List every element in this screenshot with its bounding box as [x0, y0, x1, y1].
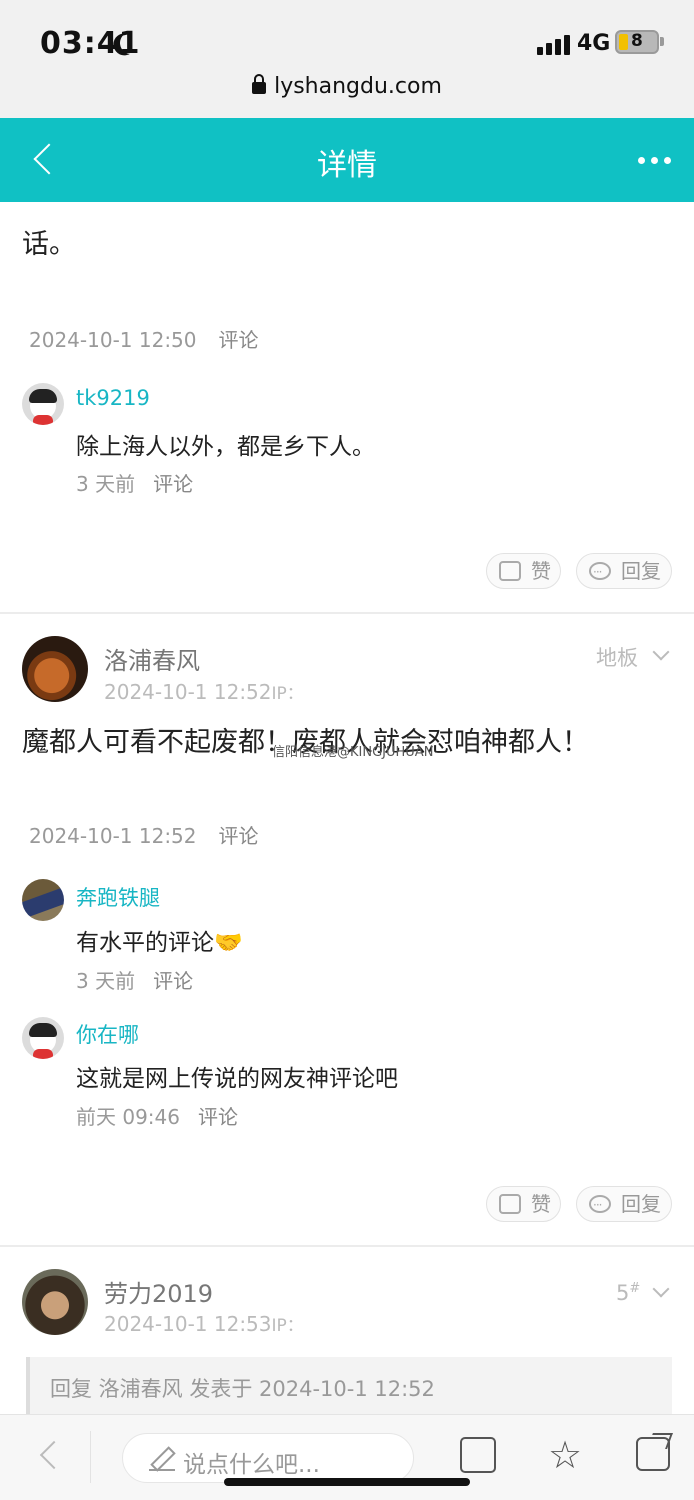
home-indicator: [224, 1478, 470, 1486]
reply-meta: 前天 09:46 评论: [76, 1101, 238, 1130]
status-bar: 03:41 4G 8 lyshangdu.com: [0, 0, 694, 118]
post-date: 2024-10-1 12:52: [29, 824, 197, 848]
post-date: 2024-10-1 12:52IP：: [104, 680, 304, 704]
author-name[interactable]: 劳力2019: [104, 1274, 213, 1309]
reply-time: 3 天前: [76, 472, 136, 496]
reply-username[interactable]: 你在哪: [76, 1019, 139, 1049]
reply-time: 前天 09:46: [76, 1105, 180, 1129]
reply-button[interactable]: 回复: [576, 1186, 672, 1222]
page-title: 详情: [317, 148, 377, 183]
quote-block: 回复 洛浦春风 发表于 2024-10-1 12:52: [26, 1357, 672, 1417]
comment-link[interactable]: 评论: [219, 824, 259, 848]
divider: [90, 1431, 91, 1483]
avatar[interactable]: [22, 1269, 88, 1335]
author-name[interactable]: 洛浦春风: [104, 641, 200, 676]
handshake-emoji: 🤝: [214, 930, 243, 956]
like-button[interactable]: 赞: [486, 1186, 561, 1222]
like-label: 赞: [531, 559, 551, 583]
star-icon[interactable]: ☆: [548, 1435, 582, 1475]
comment-link[interactable]: 评论: [153, 472, 193, 496]
reply-label: 回复: [621, 559, 661, 583]
post-date: 2024-10-1 12:50: [29, 328, 197, 352]
reply-meta: 3 天前 评论: [76, 468, 193, 497]
avatar[interactable]: [22, 636, 88, 702]
post-text-clipped: 话。: [22, 229, 76, 260]
more-icon[interactable]: [638, 157, 672, 165]
floor-label: 地板: [596, 646, 638, 670]
chevron-down-icon[interactable]: [652, 643, 670, 661]
floor-label: 5#: [616, 1281, 641, 1305]
thumbs-up-icon: [499, 561, 521, 581]
signal-icon: [537, 33, 571, 55]
url-text: lyshangdu.com: [274, 74, 442, 99]
divider: [0, 1245, 694, 1247]
quote-text: 回复 洛浦春风 发表于 2024-10-1 12:52: [50, 1377, 435, 1401]
post-meta: 2024-10-1 12:50 评论: [29, 324, 259, 353]
reply-meta: 3 天前 评论: [76, 965, 193, 994]
battery-level: 8: [631, 31, 643, 51]
avatar[interactable]: [22, 383, 64, 425]
share-icon[interactable]: [636, 1437, 670, 1471]
network-type: 4G: [577, 31, 611, 56]
chevron-down-icon[interactable]: [652, 1280, 670, 1298]
reply-text: 这就是网上传说的网友神评论吧: [76, 1066, 398, 1092]
back-icon[interactable]: [39, 1440, 69, 1470]
reply-label: 回复: [621, 1192, 661, 1216]
reply-text: 除上海人以外，都是乡下人。: [76, 434, 375, 460]
thumbs-up-icon: [499, 1194, 521, 1214]
reply-text: 有水平的评论🤝: [76, 930, 243, 956]
comment-link[interactable]: 评论: [153, 969, 193, 993]
comment-link[interactable]: 评论: [219, 328, 259, 352]
reply-button[interactable]: 回复: [576, 553, 672, 589]
input-placeholder: 说点什么吧...: [183, 1452, 320, 1478]
comment-link[interactable]: 评论: [198, 1105, 238, 1129]
avatar[interactable]: [22, 1017, 64, 1059]
url-bar[interactable]: lyshangdu.com: [0, 74, 694, 99]
bottom-bar: 说点什么吧... ☆: [0, 1414, 694, 1500]
reply-time: 3 天前: [76, 969, 136, 993]
nav-header: 详情: [0, 118, 694, 202]
watermark: 信阳信息港@KINGJUHUAN: [272, 745, 434, 760]
chat-bubble-icon: [589, 1188, 611, 1222]
reply-username[interactable]: 奔跑铁腿: [76, 882, 160, 912]
pen-icon: [149, 1447, 175, 1471]
reply-username[interactable]: tk9219: [76, 386, 150, 410]
divider: [0, 612, 694, 614]
lock-icon: [252, 74, 267, 94]
battery-cap: [660, 37, 664, 46]
comment-input[interactable]: 说点什么吧...: [122, 1433, 414, 1483]
avatar[interactable]: [22, 879, 64, 921]
thumbs-up-icon[interactable]: [460, 1437, 496, 1473]
like-button[interactable]: 赞: [486, 553, 561, 589]
chat-bubble-icon: [589, 555, 611, 589]
like-label: 赞: [531, 1192, 551, 1216]
battery-icon: 8: [615, 30, 659, 54]
post-date: 2024-10-1 12:53IP：: [104, 1312, 304, 1336]
post-meta: 2024-10-1 12:52 评论: [29, 820, 259, 849]
